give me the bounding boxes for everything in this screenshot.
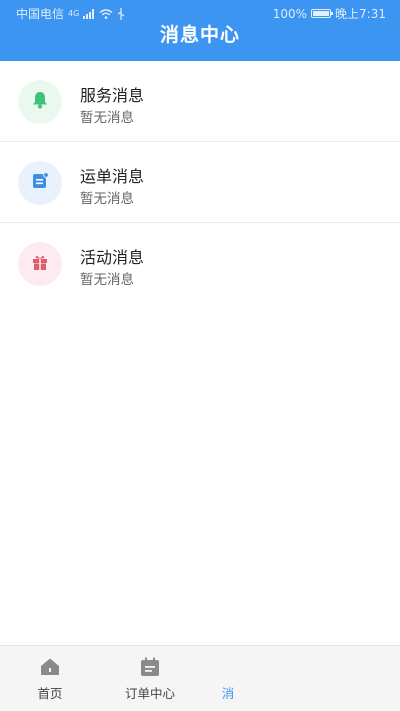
message-item-service[interactable]: 服务消息 暂无消息 <box>0 61 400 142</box>
message-subtitle: 暂无消息 <box>80 191 134 207</box>
wifi-icon <box>99 8 113 19</box>
tab-messages[interactable]: 消 <box>183 655 273 702</box>
signal-icon <box>83 8 95 19</box>
message-icon-bg <box>18 242 62 286</box>
page-title: 消息中心 <box>159 24 240 46</box>
battery-percent: 100% <box>272 6 308 21</box>
message-title: 运单消息 <box>80 167 145 186</box>
tab-home[interactable]: 首页 <box>5 655 95 702</box>
message-item-activity[interactable]: 活动消息 暂无消息 <box>0 223 400 304</box>
waybill-icon <box>30 171 50 195</box>
tab-orders[interactable]: 订单中心 <box>105 655 195 702</box>
gift-icon <box>30 252 50 276</box>
tab-label: 首页 <box>37 686 63 701</box>
message-icon-bg <box>18 161 62 205</box>
app-header: 中国电信 4G 100% 晚上7:31 消息中心 <box>0 0 400 61</box>
message-icon-bg <box>18 80 62 124</box>
tab-label: 消 <box>221 686 235 701</box>
bottom-tab-bar: 首页 订单中心 消 <box>0 645 400 711</box>
message-subtitle: 暂无消息 <box>80 110 134 126</box>
tab-label: 订单中心 <box>124 686 175 701</box>
calendar-icon <box>138 655 162 679</box>
battery-icon <box>311 9 334 18</box>
message-title: 活动消息 <box>80 248 145 267</box>
message-subtitle: 暂无消息 <box>80 272 134 288</box>
message-list: 服务消息 暂无消息 运单消息 暂无消息 活动消息 暂无消息 <box>0 61 400 304</box>
usb-icon <box>117 7 125 20</box>
message-item-waybill[interactable]: 运单消息 暂无消息 <box>0 142 400 223</box>
message-title: 服务消息 <box>80 86 145 105</box>
bell-icon <box>30 90 50 114</box>
home-icon <box>38 655 62 679</box>
network-type: 4G <box>68 9 80 18</box>
